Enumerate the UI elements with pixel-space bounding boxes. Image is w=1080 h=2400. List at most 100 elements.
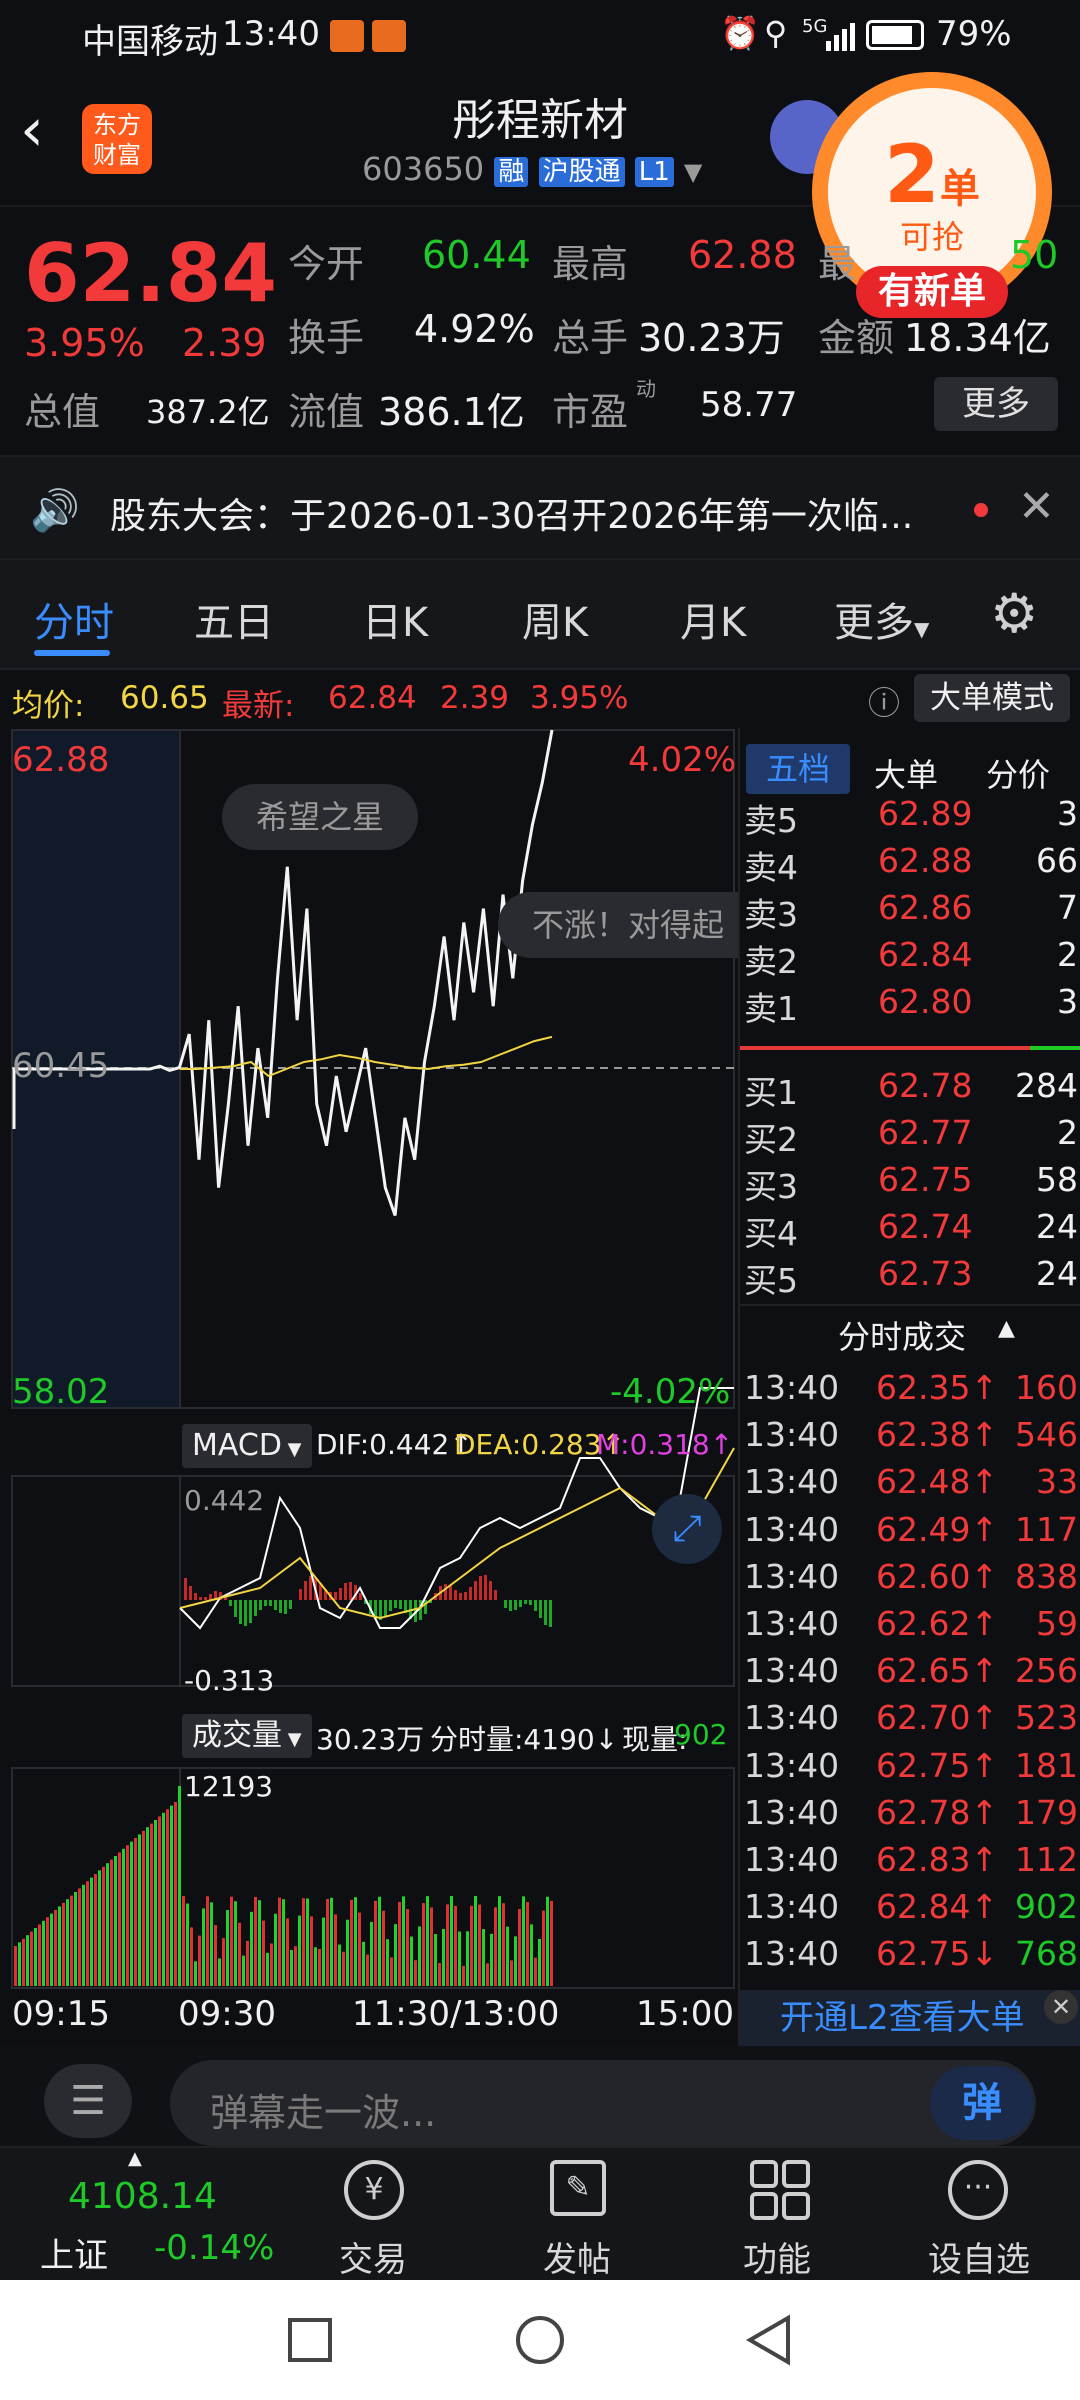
help-icon[interactable]: ⓘ xyxy=(868,678,900,724)
macd-bar xyxy=(189,1586,192,1600)
level-volume: 284 xyxy=(1015,1066,1078,1105)
danmu-settings-icon[interactable]: ☰ xyxy=(44,2064,132,2138)
volume-bar xyxy=(82,1884,85,1986)
tick-volume: 768 xyxy=(1015,1934,1078,1974)
amount-label: 金额 xyxy=(818,316,895,360)
tick-price: 62.65↑ xyxy=(876,1651,999,1691)
volume-bar xyxy=(546,1896,549,1986)
volume-bar xyxy=(418,1926,421,1986)
volume-bar xyxy=(202,1908,205,1986)
danmu-placeholder: 弹幕走一波... xyxy=(210,2091,437,2135)
volume-bar xyxy=(62,1902,65,1986)
recents-icon[interactable] xyxy=(288,2318,332,2362)
volume-button[interactable]: 成交量 ▼ xyxy=(182,1714,312,1758)
volume-bar xyxy=(426,1896,429,1986)
expand-icon[interactable]: ⤢ xyxy=(652,1494,722,1564)
tick-price: 62.83↑ xyxy=(876,1840,999,1879)
nav-post[interactable]: ✎ 发帖 xyxy=(502,2148,652,2282)
macd-bar xyxy=(469,1587,472,1600)
home-icon[interactable] xyxy=(516,2316,564,2364)
clock: 13:40 xyxy=(222,14,320,54)
volume-bar xyxy=(242,1955,245,1986)
macd-bar xyxy=(514,1600,517,1610)
x-label-0930: 09:30 xyxy=(178,1994,276,2034)
level-label: 买5 xyxy=(744,1261,798,1300)
macd-bar xyxy=(509,1600,512,1611)
edit-icon: ✎ xyxy=(550,2160,606,2216)
volume-bar xyxy=(198,1935,201,1986)
volume-bar xyxy=(78,1888,81,1986)
macd-bar xyxy=(539,1600,542,1618)
tab-more[interactable]: 更多▼ xyxy=(834,590,929,648)
tick-volume: 179 xyxy=(1015,1792,1078,1832)
volume-bar xyxy=(386,1939,389,1986)
index-value: 4108.14 xyxy=(68,2176,217,2217)
tab-5day[interactable]: 五日 xyxy=(194,590,274,648)
volume-bar xyxy=(298,1915,301,1986)
x-label-1130: 11:30/13:00 xyxy=(352,1994,560,2034)
open-label: 今开 xyxy=(288,242,365,286)
trade-icon: ¥ xyxy=(344,2160,404,2220)
danmu-input[interactable]: 弹幕走一波... 弹 xyxy=(170,2060,1036,2146)
volume-bar xyxy=(130,1841,133,1986)
nav-add-watchlist[interactable]: ··· 设自选 xyxy=(904,2148,1054,2282)
volume-bar xyxy=(410,1936,413,1986)
tab-five-level[interactable]: 五档 xyxy=(746,744,850,794)
high-value: 62.88 xyxy=(688,233,797,277)
macd-bar xyxy=(444,1584,447,1600)
tick-row: 13:40 62.62↑ 59 xyxy=(740,1604,1080,1652)
close-icon[interactable]: ✕ xyxy=(1018,481,1055,532)
macd-bar xyxy=(494,1590,497,1600)
tab-daily-k[interactable]: 日K xyxy=(362,590,428,648)
volume-bar xyxy=(194,1961,197,1986)
tab-intraday[interactable]: 分时 xyxy=(34,590,114,648)
more-button[interactable]: 更多 xyxy=(934,377,1058,431)
macd-bar xyxy=(349,1582,352,1600)
tick-time: 13:40 xyxy=(744,1698,840,1738)
volume-bar xyxy=(170,1805,173,1986)
nav-functions[interactable]: 功能 xyxy=(702,2148,852,2282)
volume-bar xyxy=(118,1852,121,1986)
macd-bar xyxy=(484,1575,487,1600)
notice-bar[interactable]: 🔊 股东大会：于2026-01-30召开2026年第一次临... ✕ xyxy=(0,455,1080,560)
notice-text: 股东大会：于2026-01-30召开2026年第一次临... xyxy=(110,496,914,537)
tick-time: 13:40 xyxy=(744,1792,840,1832)
tab-price-split[interactable]: 分价 xyxy=(986,750,1050,796)
ask-row: 卖1 62.80 3 xyxy=(740,982,1080,1030)
change-amount: 2.39 xyxy=(182,321,267,365)
macd-button[interactable]: MACD ▼ xyxy=(182,1424,312,1468)
danmu-send-button[interactable]: 弹 xyxy=(930,2066,1034,2140)
tick-time: 13:40 xyxy=(744,1651,840,1691)
l2-upgrade-link[interactable]: 开通L2查看大单 xyxy=(740,1990,1080,2046)
volume-bar xyxy=(150,1823,153,1986)
ticks-title[interactable]: 分时成交 xyxy=(838,1312,966,1358)
volume-bar xyxy=(522,1896,525,1986)
level-volume: 58 xyxy=(1036,1160,1078,1199)
gear-icon[interactable]: ⚙ xyxy=(990,582,1038,645)
price-info-bar: 均价: 60.65 最新: 62.84 2.39 3.95% ⓘ 大单模式 xyxy=(0,672,1080,728)
tab-weekly-k[interactable]: 周K xyxy=(522,590,588,648)
macd-bar xyxy=(279,1600,282,1613)
tick-row: 13:40 62.48↑ 33 xyxy=(740,1462,1080,1510)
tick-time: 13:40 xyxy=(744,1745,840,1785)
tab-indicator xyxy=(34,650,110,656)
level-price: 62.84 xyxy=(878,935,973,974)
back-nav-icon[interactable] xyxy=(744,2314,794,2366)
volume-bar xyxy=(338,1944,341,1986)
nav-trade[interactable]: ¥ 交易 xyxy=(298,2148,448,2282)
index-name: 上证 xyxy=(40,2236,108,2276)
chart-area[interactable]: 62.88 60.45 58.02 4.02% -4.02% 希望之星 不涨！对… xyxy=(0,728,738,2046)
macd-axis-bottom: -0.313 xyxy=(184,1664,275,1697)
index-quote[interactable]: ▲ 4108.14 上证 -0.14% xyxy=(0,2148,290,2282)
volume-bar xyxy=(350,1899,353,1986)
volume-bar xyxy=(98,1870,101,1986)
tab-monthly-k[interactable]: 月K xyxy=(680,590,746,648)
big-order-mode-button[interactable]: 大单模式 xyxy=(914,674,1070,722)
tab-big-order[interactable]: 大单 xyxy=(874,750,938,796)
volume-bar xyxy=(422,1903,425,1986)
tick-volume: 117 xyxy=(1015,1509,1078,1549)
stock-code-row[interactable]: 603650 融 沪股通 L1 ▼ xyxy=(362,150,702,190)
tick-volume: 523 xyxy=(1015,1698,1078,1738)
close-icon[interactable]: ✕ xyxy=(1044,1990,1078,2024)
volume-bar xyxy=(290,1950,293,1986)
